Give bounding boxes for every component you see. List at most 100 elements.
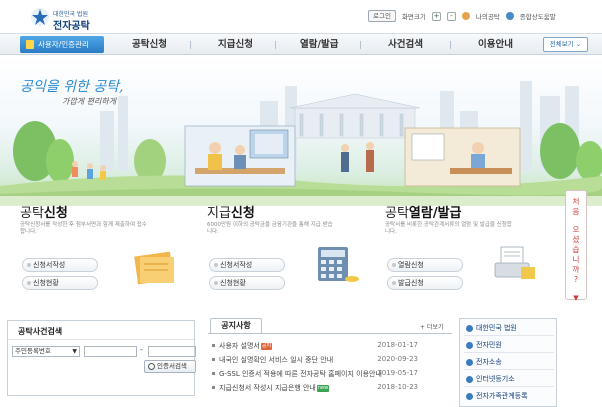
- bullet-icon: [214, 263, 218, 267]
- first-visit-char: 까: [572, 265, 580, 274]
- quick-links: 대한민국 법원 전자민원 전자소송 인터넷등기소 전자가족관계등록: [459, 318, 557, 407]
- nav-divider: [190, 41, 191, 49]
- panel-title-bold: 신청: [43, 206, 68, 221]
- chevron-down-icon: ▼: [72, 348, 77, 355]
- link-court[interactable]: 대한민국 법원: [464, 321, 554, 336]
- zoom-label: 화면크기: [401, 13, 426, 21]
- family-icon: [466, 393, 473, 400]
- more-link[interactable]: + 더보기: [420, 322, 444, 331]
- panel-description: 공탁신청서를 작성한 후 첨부서면과 함께 제출하여 접수합니다.: [20, 222, 147, 235]
- panel-title-plain: 공탁: [385, 206, 409, 221]
- id-number-dash: -: [140, 345, 143, 354]
- link-label: 대한민국 법원: [476, 324, 517, 332]
- link-label: 인터넷등기소: [476, 375, 515, 383]
- notice-item[interactable]: G-SSL 인증서 적용에 따른 전자공탁 홈페이지 이용안내 2019-05-…: [212, 368, 452, 380]
- link-label: 전자소송: [476, 358, 502, 366]
- case-search-title: 공탁사건검색: [18, 327, 63, 336]
- litigation-icon: [466, 359, 473, 366]
- notice-date: 2018-10-23: [377, 383, 418, 391]
- hero-subtagline: 가깝게 편리하게: [62, 97, 117, 106]
- notice-board: 공지사항 + 더보기 사용자 설명서 공지 2018-01-17 내국인 실명확인…: [208, 318, 452, 407]
- first-visit-char: 음: [572, 207, 580, 216]
- write-application-button[interactable]: 신청서작성: [209, 258, 285, 272]
- nav-divider: [360, 41, 361, 49]
- view-request-button[interactable]: 열람신청: [387, 258, 463, 272]
- login-button[interactable]: 로그인: [368, 10, 396, 22]
- bullet-icon: [212, 344, 215, 347]
- panel-title: 지급신청: [207, 202, 255, 221]
- panel-title-plain: 지급: [207, 206, 231, 221]
- case-search-box: 공탁사건검색 주민등록번호 ▼ - 인증서검색: [7, 320, 196, 396]
- panel-description: 공탁서를 비롯한 공탁관계서류의 열람 및 발급을 신청합니다.: [385, 222, 512, 235]
- zoom-in-button[interactable]: +: [431, 11, 441, 21]
- divider: [208, 333, 452, 334]
- cert-search-label: 인증서검색: [157, 362, 187, 370]
- id-type-select[interactable]: 주민등록번호 ▼: [12, 346, 80, 357]
- tab-notice[interactable]: 공지사항: [210, 318, 262, 333]
- link-label: 전자민원: [476, 341, 502, 349]
- cert-management-button[interactable]: 사용자/인증관리: [20, 36, 104, 53]
- panel-title-bold: 신청: [230, 206, 255, 221]
- notice-title: 사용자 설명서: [219, 342, 260, 350]
- write-application-button[interactable]: 신청서작성: [22, 258, 98, 272]
- button-label: 신청서작성: [33, 261, 66, 269]
- notice-title: G-SSL 인증서 적용에 따른 전자공탁 홈페이지 이용안내: [219, 370, 382, 378]
- first-visit-char: 처: [572, 197, 580, 206]
- link-registry[interactable]: 인터넷등기소: [464, 372, 554, 387]
- panel-description: 6000만원 이하의 공탁금을 금융기관을 통해 지급 받습니다.: [207, 222, 333, 235]
- issue-request-button[interactable]: 발급신청: [387, 276, 463, 290]
- logo-emblem-icon: [31, 8, 49, 26]
- id-number-front-input[interactable]: [84, 346, 137, 357]
- my-deposit-link[interactable]: 나의공탁: [476, 11, 500, 21]
- registry-icon: [466, 376, 473, 383]
- notice-item[interactable]: 지급신청서 작성시 지급은행 안내 new 2018-10-23: [212, 382, 452, 394]
- button-label: 신청현황: [33, 279, 59, 287]
- nav-item-view-issue[interactable]: 열람/발급: [300, 34, 338, 56]
- chevron-down-icon: ▼: [573, 294, 579, 302]
- zoom-out-button[interactable]: -: [446, 11, 456, 21]
- nav-item-deposit-apply[interactable]: 공탁신청: [132, 34, 167, 56]
- notice-title: 지급신청서 작성시 지급은행 안내: [219, 384, 316, 392]
- nav-item-case-search[interactable]: 사건검색: [388, 34, 423, 56]
- application-status-button[interactable]: 신청현황: [209, 276, 285, 290]
- cert-search-button[interactable]: 인증서검색: [144, 360, 196, 373]
- first-visit-char: ?: [574, 275, 578, 284]
- notice-item[interactable]: 내국인 실명확인 서비스 일시 중단 안내 2020-09-23: [212, 354, 452, 366]
- user-icon: [461, 12, 470, 20]
- panel-view-issue: 공탁열람/발급 공탁서를 비롯한 공탁관계서류의 열람 및 발급을 신청합니다.…: [373, 200, 563, 302]
- calculator-icon: [318, 247, 359, 282]
- utility-bar: 로그인 화면크기 + - 나의공탁 종합상도움말: [368, 9, 556, 23]
- help-link[interactable]: 종합상도움말: [520, 11, 556, 21]
- site-logo[interactable]: 대한민국 법원 전자공탁: [30, 5, 100, 32]
- panel-title-bold: 열람/발급: [408, 206, 462, 221]
- link-family-registry[interactable]: 전자가족관계등록: [464, 389, 554, 404]
- link-e-civil[interactable]: 전자민원: [464, 338, 554, 353]
- notice-date: 2020-09-23: [377, 355, 418, 363]
- notice-title: 내국인 실명확인 서비스 일시 중단 안내: [219, 356, 334, 364]
- link-e-litigation[interactable]: 전자소송: [464, 355, 554, 370]
- first-visit-char: 셨: [572, 235, 580, 244]
- cert-management-label: 사용자/인증관리: [38, 40, 89, 49]
- logo-title: 전자공탁: [53, 21, 90, 32]
- first-visit-char: 니: [572, 255, 580, 264]
- lock-icon: [26, 40, 34, 49]
- nav-item-payment-apply[interactable]: 지급신청: [218, 34, 253, 56]
- panel-deposit-apply: 공탁신청 공탁신청서를 작성한 후 첨부서면과 함께 제출하여 접수합니다. 신…: [8, 200, 190, 302]
- search-icon: [148, 363, 155, 370]
- panel-title: 공탁열람/발급: [385, 202, 462, 221]
- all-menu-button[interactable]: 전체보기 ⌄: [543, 37, 588, 52]
- application-status-button[interactable]: 신청현황: [22, 276, 98, 290]
- first-visit-banner[interactable]: 처 음 오 셨 습 니 까 ? ▼: [565, 190, 587, 302]
- bullet-icon: [212, 372, 215, 375]
- nav-item-guide[interactable]: 이용안내: [478, 34, 513, 56]
- notice-item[interactable]: 사용자 설명서 공지 2018-01-17: [212, 340, 452, 352]
- button-label: 신청서작성: [220, 261, 253, 269]
- link-label: 전자가족관계등록: [476, 392, 528, 400]
- button-label: 열람신청: [398, 261, 424, 269]
- notice-date: 2018-01-17: [377, 341, 418, 349]
- id-number-back-input[interactable]: [148, 346, 196, 357]
- panel-title: 공탁신청: [20, 202, 68, 221]
- printer-document-icon: [494, 246, 535, 279]
- bullet-icon: [214, 281, 218, 285]
- civil-icon: [466, 342, 473, 349]
